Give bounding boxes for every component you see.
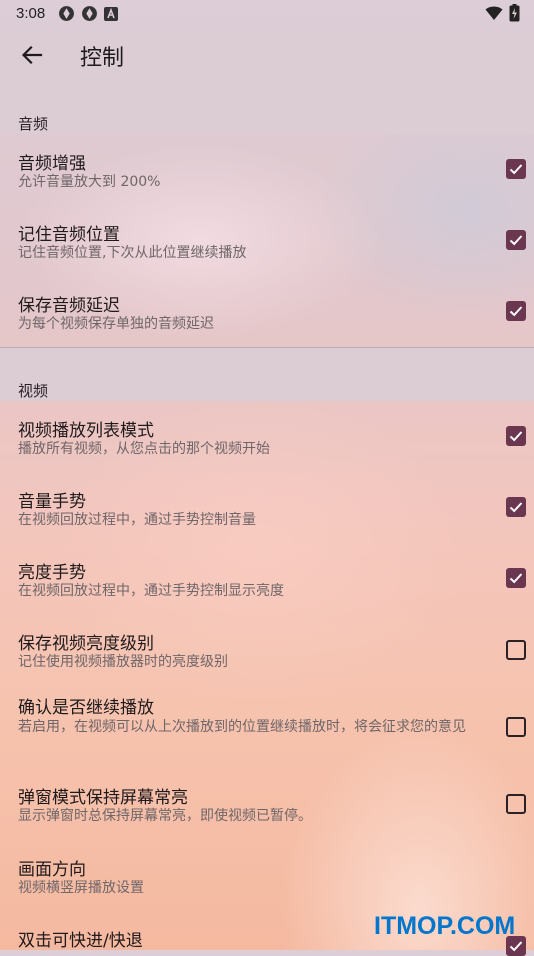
page-title: 控制 xyxy=(80,46,125,71)
status-time: 3:08 xyxy=(16,5,46,22)
battery-icon xyxy=(509,4,520,22)
checkmark-icon xyxy=(509,235,523,246)
checkbox-unchecked[interactable] xyxy=(506,717,526,737)
setting-title: 保存音频延迟 xyxy=(18,296,120,316)
back-button[interactable] xyxy=(18,41,46,69)
setting-subtitle: 记住使用视频播放器时的亮度级别 xyxy=(18,654,228,670)
setting-subtitle: 在视频回放过程中，通过手势控制显示亮度 xyxy=(18,583,284,599)
setting-row-save-audio-delay[interactable]: 保存音频延迟 为每个视频保存单独的音频延迟 xyxy=(0,276,534,347)
setting-row-save-video-brightness[interactable]: 保存视频亮度级别 记住使用视频播放器时的亮度级别 xyxy=(0,614,534,685)
checkbox-checked[interactable] xyxy=(506,230,526,250)
setting-row-brightness-gesture[interactable]: 亮度手势 在视频回放过程中，通过手势控制显示亮度 xyxy=(0,543,534,614)
setting-subtitle: 视频横竖屏播放设置 xyxy=(18,880,144,896)
setting-title: 音量手势 xyxy=(18,492,86,512)
setting-subtitle: 允许音量放大到 200% xyxy=(18,174,161,190)
setting-title: 保存视频亮度级别 xyxy=(18,634,154,654)
setting-subtitle: 为每个视频保存单独的音频延迟 xyxy=(18,316,214,332)
setting-subtitle: 记住音频位置,下次从此位置继续播放 xyxy=(18,245,247,261)
status-bar: 3:08 xyxy=(0,0,534,28)
setting-row-screen-orientation[interactable]: 画面方向 视频横竖屏播放设置 xyxy=(0,840,534,911)
setting-subtitle: 播放所有视频，从您点击的那个视频开始 xyxy=(18,441,270,457)
checkbox-checked[interactable] xyxy=(506,568,526,588)
app-icon-1 xyxy=(59,6,74,21)
watermark: ITMOP.COM xyxy=(374,912,516,940)
checkbox-checked[interactable] xyxy=(506,426,526,446)
arrow-left-icon xyxy=(21,45,43,65)
status-system-icons xyxy=(485,4,520,22)
wifi-icon xyxy=(485,6,503,20)
setting-title: 双击可快进/快退 xyxy=(18,931,143,951)
checkbox-checked[interactable] xyxy=(506,159,526,179)
app-icon-2 xyxy=(82,6,97,21)
section-header-audio xyxy=(0,80,534,134)
checkbox-unchecked[interactable] xyxy=(506,794,526,814)
setting-title: 记住音频位置 xyxy=(18,225,120,245)
setting-title: 视频播放列表模式 xyxy=(18,421,154,441)
checkmark-icon xyxy=(509,306,523,317)
setting-subtitle: 显示弹窗时总保持屏幕常亮，即使视频已暂停。 xyxy=(18,808,312,824)
section-title-audio: 音频 xyxy=(18,115,49,133)
setting-row-popup-keep-screen-on[interactable]: 弹窗模式保持屏幕常亮 显示弹窗时总保持屏幕常亮，即使视频已暂停。 xyxy=(0,770,534,840)
setting-title: 确认是否继续播放 xyxy=(18,698,154,718)
a-icon xyxy=(104,6,118,21)
setting-title: 亮度手势 xyxy=(18,563,86,583)
checkmark-icon xyxy=(509,431,523,442)
checkbox-checked[interactable] xyxy=(506,301,526,321)
setting-row-confirm-resume[interactable]: 确认是否继续播放 若启用，在视频可以从上次播放到的位置继续播放时，将会征求您的意… xyxy=(0,685,534,770)
section-header-video xyxy=(0,348,534,401)
app-bar: 控制 xyxy=(0,28,534,80)
setting-title: 弹窗模式保持屏幕常亮 xyxy=(18,788,188,808)
setting-title: 音频增强 xyxy=(18,154,86,174)
status-notification-icons xyxy=(58,5,118,22)
checkmark-icon xyxy=(509,164,523,175)
setting-row-audio-boost[interactable]: 音频增强 允许音量放大到 200% xyxy=(0,134,534,205)
setting-row-volume-gesture[interactable]: 音量手势 在视频回放过程中，通过手势控制音量 xyxy=(0,472,534,543)
setting-title: 画面方向 xyxy=(18,860,86,880)
checkmark-icon xyxy=(509,502,523,513)
setting-subtitle: 若启用，在视频可以从上次播放到的位置继续播放时，将会征求您的意见 xyxy=(18,719,466,735)
setting-row-video-playlist-mode[interactable]: 视频播放列表模式 播放所有视频，从您点击的那个视频开始 xyxy=(0,401,534,472)
checkbox-unchecked[interactable] xyxy=(506,640,526,660)
section-title-video: 视频 xyxy=(18,382,49,400)
checkbox-checked[interactable] xyxy=(506,497,526,517)
setting-row-remember-audio-position[interactable]: 记住音频位置 记住音频位置,下次从此位置继续播放 xyxy=(0,205,534,276)
checkmark-icon xyxy=(509,573,523,584)
setting-subtitle: 在视频回放过程中，通过手势控制音量 xyxy=(18,512,256,528)
